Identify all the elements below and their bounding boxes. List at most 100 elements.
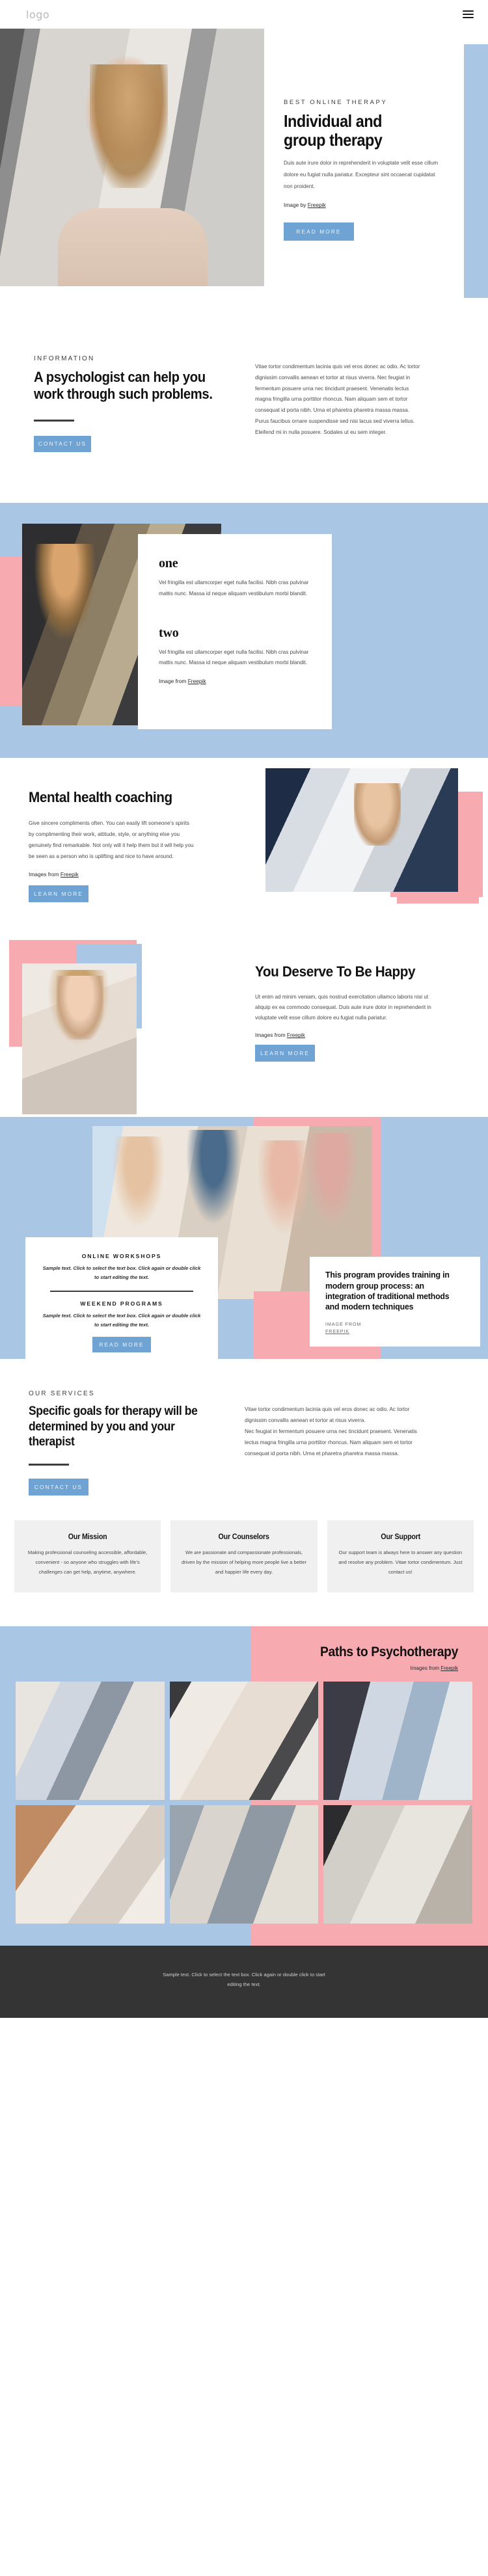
footer-text: Sample text. Click to select the text bo… — [163, 1972, 325, 1987]
information-contact-us-button[interactable]: CONTACT US — [34, 435, 91, 452]
paths-title: Paths to Psychotherapy — [319, 1644, 458, 1660]
program-image-credit: IMAGE FROM FREEPIK — [325, 1321, 465, 1335]
hero-image-credit: Image by Freepik — [284, 202, 453, 208]
program-card: This program provides training in modern… — [310, 1257, 480, 1347]
services-eyebrow: OUR SERVICES — [29, 1390, 95, 1398]
weekend-programs-body: Sample text. Click to select the text bo… — [42, 1313, 201, 1328]
card-body: Making professional counseling accessibl… — [27, 1549, 148, 1576]
paths-content: Paths to Psychotherapy Images from Freep… — [0, 1626, 488, 1946]
site-footer: Sample text. Click to select the text bo… — [0, 1946, 488, 2019]
photo-detail — [56, 975, 103, 1040]
card-our-counselors: Our Counselors We are passionate and com… — [170, 1520, 318, 1593]
freepik-link[interactable]: FREEPIK — [325, 1328, 349, 1334]
credit-prefix: Images from — [255, 1032, 287, 1039]
hero-therapist-photo — [0, 29, 264, 286]
gallery-item-couple-consoling[interactable] — [16, 1682, 165, 1801]
information-section: INFORMATION A psychologist can help you … — [0, 315, 488, 498]
workshops-card: ONLINE WORKSHOPS Sample text. Click to s… — [25, 1237, 218, 1360]
paths-image-credit: Images from Freepik — [16, 1665, 458, 1671]
gallery-item-man-comforting-woman[interactable] — [16, 1805, 165, 1924]
paths-gallery-grid — [16, 1682, 472, 1924]
gallery-item-group-holding-hands[interactable] — [169, 1805, 319, 1924]
information-right-column: Vitae tortor condimentum lacinia quis ve… — [255, 355, 424, 452]
coaching-copy: Mental health coaching Give sincere comp… — [29, 788, 215, 903]
site-logo[interactable]: logo — [26, 8, 49, 21]
information-body-text: Vitae tortor condimentum lacinia quis ve… — [255, 364, 420, 435]
one-two-section: one Vel fringilla est ullamcorper eget n… — [0, 502, 488, 758]
coaching-title: Mental health coaching — [29, 788, 172, 805]
item-two-body: Vel fringilla est ullamcorper eget nulla… — [159, 649, 309, 666]
happy-therapist-photo — [22, 963, 137, 1115]
hero-eyebrow: BEST ONLINE THERAPY — [284, 99, 388, 106]
gallery-item-hand-on-shoulder[interactable] — [323, 1805, 472, 1924]
card-body: Our support team is always here to answe… — [338, 1549, 463, 1576]
two-block-image-credit: Image from Freepik — [159, 678, 311, 684]
information-title: A psychologist can help you work through… — [34, 369, 213, 402]
freepik-link[interactable]: Freepik — [308, 202, 326, 208]
happy-copy: You Deserve To Be Happy Ut enim ad minim… — [255, 963, 444, 1062]
hero-title-line-1: Individual and — [284, 111, 383, 131]
services-title: Specific goals for therapy will be deter… — [29, 1404, 198, 1449]
happy-section: You Deserve To Be Happy Ut enim ad minim… — [0, 940, 488, 1117]
hero-copy: BEST ONLINE THERAPY Individual and group… — [284, 99, 453, 241]
online-workshops-body: Sample text. Click to select the text bo… — [42, 1265, 201, 1280]
program-title: This program provides training in modern… — [325, 1270, 450, 1312]
freepik-link[interactable]: Freepik — [61, 871, 79, 878]
coaching-handshake-photo — [265, 768, 458, 892]
freepik-link[interactable]: Freepik — [188, 678, 206, 684]
photo-detail — [182, 1129, 245, 1234]
divider-rule — [34, 419, 74, 422]
hero-blue-accent-bar — [464, 44, 488, 298]
gallery-item-smiling-therapist[interactable] — [169, 1682, 319, 1801]
online-workshops-title: ONLINE WORKSHOPS — [81, 1253, 162, 1260]
services-body-paragraph-2: Nec feugiat in fermentum posuere urna ne… — [245, 1428, 417, 1456]
freepik-link[interactable]: Freepik — [287, 1032, 305, 1038]
credit-prefix: Images from — [29, 871, 61, 878]
card-title: Our Counselors — [218, 1533, 270, 1541]
hero-title: Individual and group therapy — [284, 111, 436, 150]
coaching-learn-more-button[interactable]: LEARN MORE — [29, 885, 88, 903]
credit-prefix: IMAGE FROM — [325, 1321, 362, 1327]
hamburger-bar — [463, 10, 474, 12]
hero-title-line-2: group therapy — [284, 130, 383, 150]
credit-prefix: Images from — [410, 1665, 441, 1672]
one-two-card: one Vel fringilla est ullamcorper eget n… — [138, 533, 332, 729]
divider-rule — [50, 1290, 193, 1293]
card-body: We are passionate and compassionate prof… — [181, 1549, 307, 1576]
workshops-read-more-button[interactable]: READ MORE — [92, 1337, 151, 1353]
information-left-column: INFORMATION A psychologist can help you … — [34, 355, 229, 452]
card-our-support: Our Support Our support team is always h… — [327, 1520, 474, 1593]
photo-detail — [90, 64, 169, 189]
hamburger-menu-icon[interactable] — [463, 10, 474, 18]
happy-image-credit: Images from Freepik — [255, 1032, 444, 1038]
card-our-mission: Our Mission Making professional counseli… — [14, 1520, 161, 1593]
photo-detail — [109, 1136, 168, 1235]
services-contact-us-button[interactable]: CONTACT US — [29, 1478, 88, 1496]
hero-body-text: Duis aute irure dolor in reprehenderit i… — [284, 160, 439, 190]
card-title: Our Mission — [68, 1533, 107, 1541]
site-header: logo — [0, 0, 488, 29]
photo-detail — [302, 1133, 361, 1237]
item-one-body: Vel fringilla est ullamcorper eget nulla… — [159, 579, 309, 597]
card-title: Our Support — [380, 1533, 420, 1541]
information-eyebrow: INFORMATION — [34, 355, 95, 362]
hamburger-bar — [463, 14, 474, 15]
gallery-item-therapist-notes[interactable] — [323, 1682, 472, 1801]
happy-title: You Deserve To Be Happy — [255, 963, 416, 980]
item-two-label: two — [159, 625, 179, 640]
happy-body-text: Ut enim ad minim veniam, quis nostrud ex… — [255, 993, 431, 1021]
coaching-body-text: Give sincere compliments often. You can … — [29, 820, 194, 859]
hero-read-more-button[interactable]: READ MORE — [284, 222, 354, 241]
services-body-paragraph-1: Vitae tortor condimentum lacinia quis ve… — [245, 1406, 410, 1424]
freepik-link[interactable]: Freepik — [441, 1665, 458, 1671]
hamburger-bar — [463, 17, 474, 18]
weekend-programs-title: WEEKEND PROGRAMS — [80, 1300, 163, 1308]
item-one-label: one — [159, 556, 178, 570]
photo-detail — [34, 543, 97, 641]
services-cards: Our Mission Making professional counseli… — [0, 1507, 488, 1627]
happy-learn-more-button[interactable]: LEARN MORE — [255, 1045, 315, 1062]
credit-prefix: Image by — [284, 202, 308, 209]
coaching-image-credit: Images from Freepik — [29, 871, 215, 878]
divider-rule — [29, 1463, 69, 1466]
coaching-section: Mental health coaching Give sincere comp… — [0, 758, 488, 940]
